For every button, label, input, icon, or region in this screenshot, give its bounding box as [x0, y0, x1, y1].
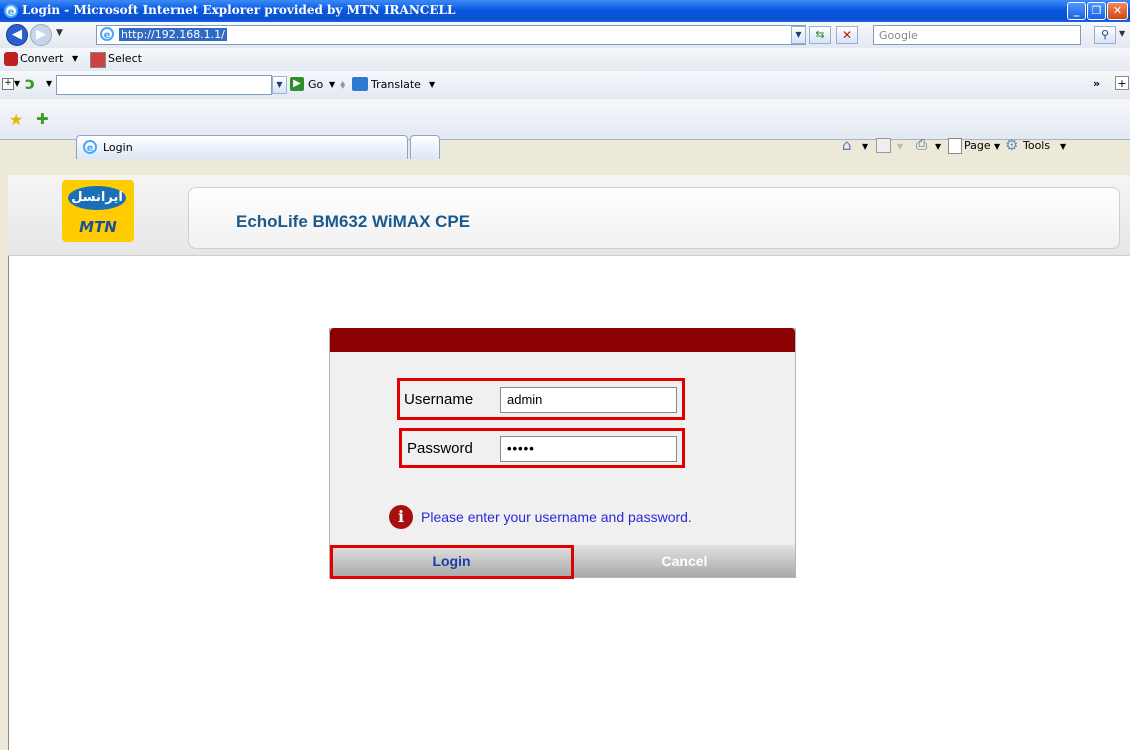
title-bar: e Login - Microsoft Internet Explorer pr…: [0, 0, 1130, 22]
stop-icon[interactable]: ✕: [836, 26, 858, 44]
address-field[interactable]: e http://192.168.1.1/: [96, 25, 806, 45]
expand-dropdown-icon[interactable]: ▼: [14, 79, 20, 88]
select-icon: [90, 52, 106, 68]
home-icon[interactable]: ⌂: [842, 136, 852, 154]
separator-icon: ⬧: [340, 77, 346, 91]
app-dropdown-icon[interactable]: ▼: [46, 79, 52, 88]
convert-dropdown-icon[interactable]: ▼: [72, 54, 78, 63]
toolbar-overflow-button[interactable]: »: [1093, 77, 1100, 90]
address-dropdown-icon[interactable]: ▼: [791, 26, 806, 44]
expand-icon[interactable]: +: [2, 78, 14, 90]
back-arrow-icon[interactable]: ◀: [6, 24, 28, 46]
restore-button[interactable]: ❐: [1087, 2, 1106, 20]
search-options-dropdown-icon[interactable]: ▼: [1119, 29, 1125, 38]
add-favorites-icon[interactable]: ✚: [36, 110, 49, 128]
favorites-star-icon[interactable]: ★: [9, 110, 23, 129]
password-input[interactable]: •••••: [500, 436, 677, 462]
convert-icon: [4, 52, 18, 66]
convert-button[interactable]: Convert: [20, 52, 64, 65]
add-toolbar-icon[interactable]: +: [1115, 76, 1129, 90]
new-tab-button[interactable]: [410, 135, 440, 159]
tools-gear-icon: ⚙: [1005, 136, 1019, 154]
irancell-mtn-logo: ایرانسل MTN: [62, 180, 134, 242]
tools-dropdown-icon[interactable]: ▼: [1060, 142, 1066, 151]
tab-login-label: Login: [103, 141, 133, 154]
select-button[interactable]: Select: [108, 52, 142, 65]
search-placeholder: Google: [879, 29, 918, 42]
address-url: http://192.168.1.1/: [119, 28, 227, 41]
tools-menu-button[interactable]: Tools: [1023, 139, 1050, 152]
go-button[interactable]: Go: [308, 78, 323, 91]
go-arrow-icon[interactable]: ▶: [290, 77, 304, 91]
page-dropdown-icon[interactable]: ▼: [994, 142, 1000, 151]
links-toolbar: + ▼ ↄ ▼ ▼ ▶ Go ▼ ⬧ Translate ▼ » +: [0, 71, 1130, 100]
toolbar-search-dropdown-icon[interactable]: ▼: [272, 76, 287, 94]
feeds-dropdown-icon: ▼: [897, 142, 904, 151]
history-dropdown-icon[interactable]: ▼: [56, 28, 63, 38]
login-message: Please enter your username and password.: [421, 509, 692, 525]
logo-text: ایرانسل: [68, 186, 126, 210]
username-input[interactable]: admin: [500, 387, 677, 413]
toolbar-app-icon[interactable]: ↄ: [25, 74, 35, 94]
go-dropdown-icon[interactable]: ▼: [329, 80, 335, 89]
tab-ie-icon: e: [83, 140, 97, 154]
search-field[interactable]: Google: [873, 25, 1081, 45]
window-title: Login - Microsoft Internet Explorer prov…: [22, 3, 456, 17]
username-label: Username: [404, 391, 474, 408]
refresh-icon[interactable]: ⇆: [809, 26, 831, 44]
tab-login[interactable]: e Login: [76, 135, 408, 159]
close-button[interactable]: ✕: [1107, 2, 1128, 20]
translate-dropdown-icon[interactable]: ▼: [429, 80, 435, 89]
cancel-button[interactable]: Cancel: [573, 545, 795, 577]
address-toolbar: ◀ ▶ ▼ e http://192.168.1.1/ ▼ ⇆ ✕ Google…: [0, 22, 1130, 49]
page-icon: [948, 138, 962, 154]
toolbar-search-field[interactable]: [56, 75, 272, 95]
feeds-icon[interactable]: [876, 138, 891, 153]
minimize-button[interactable]: _: [1067, 2, 1086, 20]
info-icon: i: [389, 505, 413, 529]
translate-icon: [352, 77, 368, 91]
password-label: Password: [407, 440, 473, 457]
forward-arrow-icon[interactable]: ▶: [30, 24, 52, 46]
page-menu-button[interactable]: Page: [964, 139, 991, 152]
tab-bar: ★ ✚ e Login ⌂ ▼ ▼ ⎙ ▼ Page ▼ ⚙ Tools ▼: [0, 99, 1130, 159]
logo-brand: MTN: [79, 218, 117, 236]
device-title: EchoLife BM632 WiMAX CPE: [236, 212, 471, 231]
page-ie-icon: e: [100, 27, 114, 41]
search-icon[interactable]: ⚲: [1094, 26, 1116, 44]
home-dropdown-icon[interactable]: ▼: [862, 142, 868, 151]
ie-icon: e: [4, 4, 18, 18]
print-dropdown-icon[interactable]: ▼: [935, 142, 941, 151]
login-panel-header: [330, 328, 795, 352]
print-icon[interactable]: ⎙: [916, 137, 927, 153]
pdf-toolbar: Convert ▼ Select: [0, 48, 1130, 72]
translate-button[interactable]: Translate: [371, 78, 421, 91]
login-highlight: [330, 545, 574, 579]
